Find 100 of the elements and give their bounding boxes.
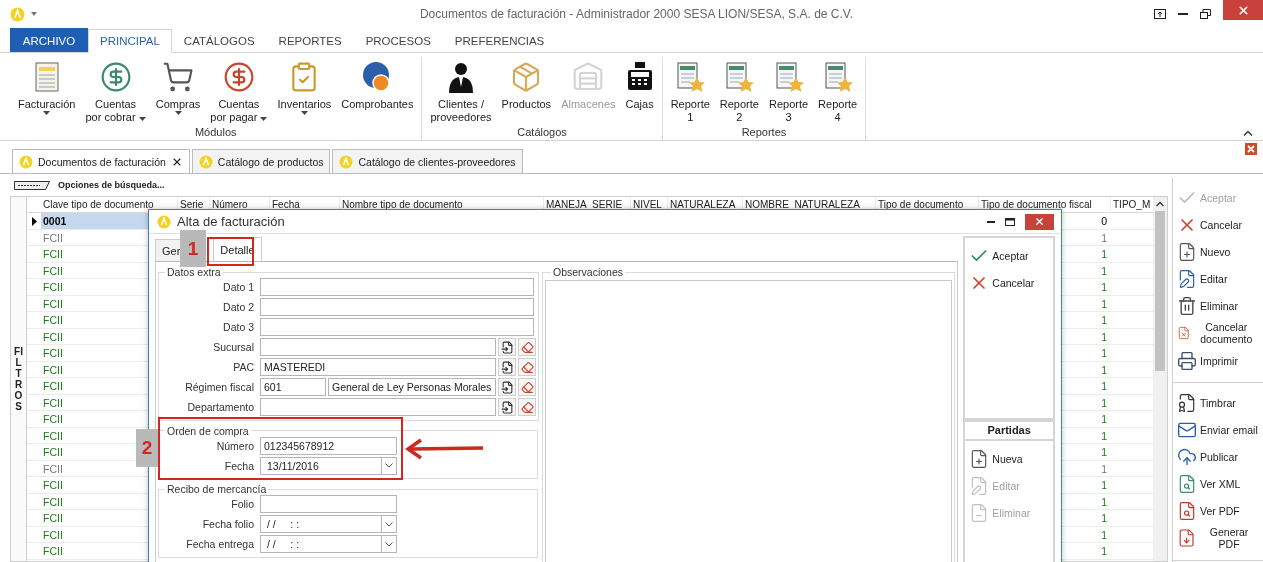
- ribbon-button[interactable]: Reporte 4: [814, 57, 862, 126]
- action-button[interactable]: Enviar email: [1175, 416, 1261, 443]
- group-title: Orden de compra: [166, 424, 250, 437]
- field-label: Fecha entrega: [185, 538, 254, 551]
- shopping-cart-icon: [162, 61, 194, 93]
- action-button[interactable]: Nuevo: [1175, 238, 1261, 265]
- field-label: Departamento: [186, 401, 254, 414]
- table-cell: FCII: [43, 330, 63, 343]
- maximize-icon[interactable]: [1005, 217, 1015, 226]
- table-cell: 0: [1101, 215, 1107, 227]
- ribbon-display-icon[interactable]: [1154, 9, 1166, 19]
- clear-button[interactable]: [518, 398, 536, 417]
- action-button[interactable]: Publicar: [1175, 443, 1261, 470]
- field-label: Sucursal: [212, 341, 254, 354]
- action-button[interactable]: Timbrar: [1175, 389, 1261, 416]
- step-badge: 2: [136, 429, 158, 467]
- lookup-field[interactable]: [260, 338, 496, 357]
- lookup-field[interactable]: [260, 398, 496, 417]
- code-field[interactable]: 601: [260, 378, 326, 397]
- lookup-button[interactable]: [498, 358, 516, 377]
- table-cell: FCII: [43, 429, 63, 442]
- notes-field[interactable]: [545, 280, 953, 562]
- date-field[interactable]: 13/11/2016: [260, 456, 381, 475]
- close-button[interactable]: [1025, 213, 1054, 230]
- filters-tab[interactable]: FILTROS: [11, 197, 27, 561]
- text-field[interactable]: [260, 278, 534, 297]
- lookup-button[interactable]: [498, 378, 516, 397]
- action-button[interactable]: Cancelar documento: [1175, 319, 1261, 347]
- ribbon-button[interactable]: Inventarios: [273, 57, 336, 126]
- table-cell: 1: [1101, 396, 1107, 409]
- action-button[interactable]: Cancelar: [1175, 211, 1261, 238]
- text-field[interactable]: [260, 318, 534, 337]
- group-title: Observaciones: [552, 266, 625, 278]
- clear-button[interactable]: [518, 338, 536, 357]
- ribbon-button[interactable]: Cuentas por cobrar: [81, 57, 150, 126]
- field-label: Número: [215, 439, 254, 452]
- action-button[interactable]: Generar PDF: [1175, 524, 1261, 552]
- chevron-icon: [385, 541, 393, 547]
- table-cell: 1: [1101, 380, 1107, 392]
- search-options-button[interactable]: Opciones de búsqueda...: [10, 178, 169, 192]
- action-button[interactable]: Ver XML: [1175, 470, 1261, 497]
- ribbon-button[interactable]: Cuentas por pagar: [206, 57, 272, 126]
- action-button[interactable]: Eliminar: [1175, 292, 1261, 319]
- file-tab[interactable]: ARCHIVO: [10, 28, 88, 52]
- ribbon-button[interactable]: Cajas: [621, 57, 658, 126]
- ribbon-button[interactable]: Productos: [497, 57, 556, 126]
- text-field[interactable]: [260, 495, 397, 514]
- field-label: Fecha: [223, 459, 254, 472]
- scrollbar-thumb[interactable]: [1155, 211, 1165, 371]
- table-cell: FCII: [43, 347, 63, 359]
- date-field[interactable]: / / : :: [260, 535, 381, 554]
- cloud-upload-icon: [1177, 446, 1197, 467]
- app-logo-icon: [10, 6, 25, 22]
- group-label: Catálogos: [517, 126, 567, 140]
- clear-button[interactable]: [518, 358, 536, 377]
- action-button[interactable]: Cancelar: [967, 269, 1051, 296]
- document-tab[interactable]: Documentos de facturación: [12, 149, 190, 173]
- close-button[interactable]: [1223, 0, 1263, 20]
- action-button[interactable]: Nueva: [967, 445, 1051, 472]
- ribbon-button[interactable]: Comprobantes: [337, 57, 418, 126]
- restore-icon[interactable]: [1200, 9, 1211, 19]
- group-title: Recibo de mercancía: [166, 483, 268, 495]
- ribbon-button[interactable]: Reporte 3: [764, 57, 813, 126]
- field-label: PAC: [232, 361, 254, 374]
- file-arrow-icon: [500, 340, 514, 354]
- text-field[interactable]: [260, 298, 534, 317]
- table-cell: 1: [1101, 512, 1107, 524]
- document-tab[interactable]: Catálogo de clientes-proveedores: [332, 149, 523, 173]
- ribbon-button[interactable]: Reporte 1: [666, 57, 714, 126]
- ribbon-button[interactable]: Reporte 2: [715, 57, 763, 126]
- action-button[interactable]: Ver PDF: [1175, 497, 1261, 524]
- date-field[interactable]: / / : :: [260, 515, 381, 534]
- ribbon-tab[interactable]: PRINCIPAL: [88, 29, 172, 53]
- table-cell: 1: [1101, 281, 1107, 293]
- lookup-button[interactable]: [498, 338, 516, 357]
- ribbon-button[interactable]: Facturación: [14, 57, 80, 126]
- group-label: Módulos: [194, 126, 237, 140]
- file-download-icon: [1177, 528, 1197, 548]
- ribbon-button[interactable]: Compras: [151, 57, 205, 126]
- scroll-up-icon[interactable]: [1156, 201, 1164, 207]
- table-cell: 1: [1101, 413, 1107, 425]
- minimize-icon[interactable]: [1178, 12, 1188, 16]
- minimize-icon[interactable]: [987, 220, 995, 223]
- table-cell: 1: [1101, 429, 1107, 442]
- lookup-button[interactable]: [498, 398, 516, 417]
- document-tab[interactable]: Catálogo de productos: [191, 149, 331, 173]
- table-cell: FCII: [43, 314, 63, 326]
- collapse-icon[interactable]: [1243, 130, 1253, 136]
- caret-icon[interactable]: [31, 12, 37, 16]
- ribbon-button[interactable]: Clientes / proveedores: [426, 57, 496, 126]
- action-button[interactable]: Aceptar: [967, 242, 1051, 269]
- description-field[interactable]: General de Ley Personas Morales: [328, 378, 496, 397]
- clear-button[interactable]: [518, 378, 536, 397]
- action-button[interactable]: Editar: [1175, 265, 1261, 292]
- table-cell: 1: [1101, 231, 1107, 244]
- table-cell: 1: [1101, 479, 1107, 491]
- text-field[interactable]: 012345678912: [260, 436, 397, 455]
- lookup-field[interactable]: MASTEREDI: [260, 358, 496, 377]
- group-title: Datos extra: [166, 266, 222, 278]
- action-button[interactable]: Imprimir: [1175, 347, 1261, 374]
